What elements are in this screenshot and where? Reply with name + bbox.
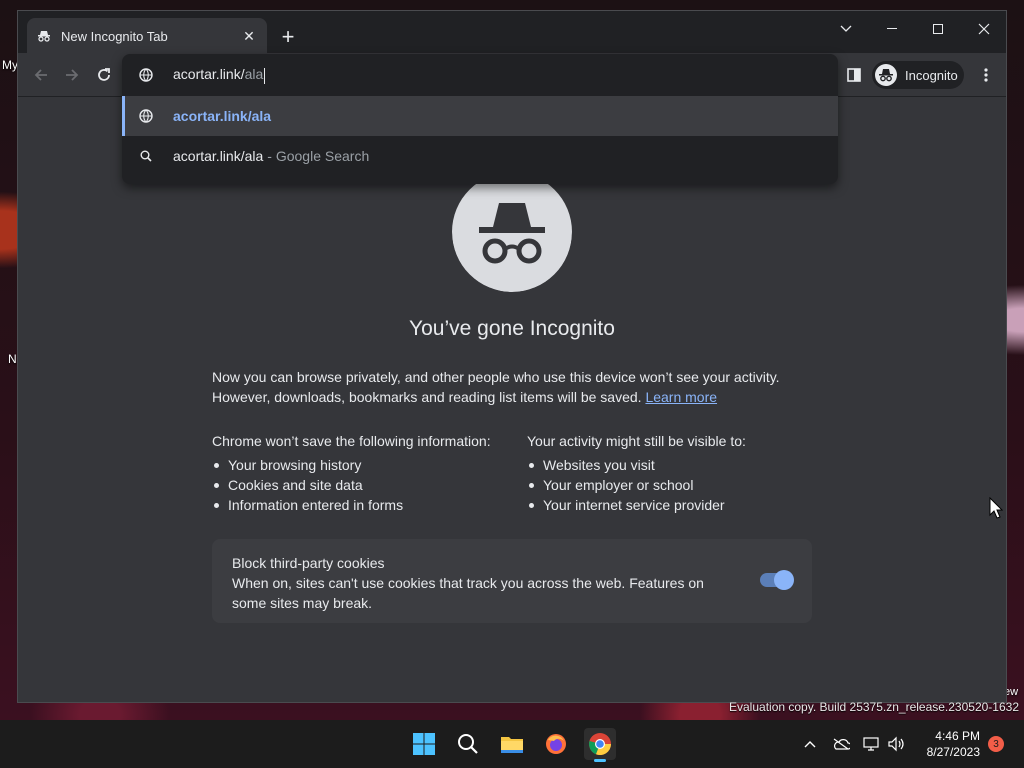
forward-button[interactable] (60, 63, 84, 87)
file-explorer-icon[interactable] (496, 728, 528, 760)
volume-icon[interactable] (886, 734, 906, 754)
suggestion-url[interactable]: acortar.link/ala (122, 96, 838, 136)
browser-window: New Incognito Tab ✕ + Incognito You’ve g… (17, 10, 1007, 703)
reload-button[interactable] (92, 63, 116, 87)
system-clock[interactable]: 4:46 PM 8/27/2023 (918, 728, 980, 760)
desktop-icon-label[interactable]: N (8, 352, 17, 366)
profile-label: Incognito (905, 67, 958, 83)
tab-strip: New Incognito Tab ✕ + (18, 11, 1006, 54)
onedrive-icon[interactable] (831, 734, 851, 754)
minimize-button[interactable] (870, 15, 914, 43)
chevron-down-icon[interactable] (824, 15, 868, 43)
globe-icon (138, 108, 154, 124)
page-title: You’ve gone Incognito (409, 317, 615, 340)
desktop-icon-label[interactable]: My (2, 58, 18, 72)
omnibox: acortar.link/ala acortar.link/ala acorta… (122, 54, 838, 184)
toggle-knob (774, 570, 794, 590)
suggestion-text: acortar.link/ala (173, 108, 272, 124)
tab-title: New Incognito Tab (61, 28, 168, 44)
notification-badge[interactable]: 3 (988, 736, 1004, 752)
third-party-cookies-card: Block third-party cookies When on, sites… (212, 539, 812, 623)
globe-icon (138, 67, 154, 83)
intro-text: Now you can browse privately, and other … (212, 367, 812, 407)
typed-text: acortar.link/ (173, 66, 245, 83)
search-icon[interactable] (452, 728, 484, 760)
clock-date: 8/27/2023 (926, 745, 980, 759)
learn-more-link[interactable]: Learn more (645, 389, 717, 405)
new-tab-button[interactable]: + (276, 24, 300, 49)
suggestion-text: acortar.link/ala (173, 148, 264, 164)
firefox-icon[interactable] (540, 728, 572, 760)
column-heading: Your activity might still be visible to: (527, 433, 746, 449)
tab-new-incognito[interactable]: New Incognito Tab ✕ (27, 18, 267, 54)
close-window-button[interactable] (962, 15, 1006, 43)
close-icon[interactable]: ✕ (241, 28, 257, 44)
column-heading: Chrome won’t save the following informat… (212, 433, 491, 449)
network-icon[interactable] (862, 734, 882, 754)
taskbar: 4:46 PM 8/27/2023 3 (0, 720, 1024, 768)
back-button[interactable] (29, 63, 53, 87)
suggestion-description: - Google Search (267, 148, 370, 164)
kebab-menu-icon[interactable] (976, 65, 996, 85)
list-item: Cookies and site data (212, 475, 522, 495)
text-caret (264, 67, 266, 84)
windows-start-icon[interactable] (408, 728, 440, 760)
list-item: Your employer or school (527, 475, 807, 495)
autocomplete-text: ala (244, 66, 264, 83)
list-item: Your internet service provider (527, 495, 807, 515)
incognito-icon (37, 29, 51, 43)
incognito-icon (479, 203, 545, 264)
search-icon (138, 148, 154, 164)
clock-time: 4:46 PM (935, 729, 980, 743)
incognito-icon (875, 64, 897, 86)
not-saved-column: Chrome won’t save the following informat… (212, 431, 522, 515)
still-visible-list: Websites you visit Your employer or scho… (527, 455, 807, 515)
cookie-card-title: Block third-party cookies (232, 555, 385, 571)
cookie-card-description: When on, sites can't use cookies that tr… (232, 575, 704, 611)
mouse-cursor-icon (989, 497, 1003, 519)
list-item: Websites you visit (527, 455, 807, 475)
still-visible-column: Your activity might still be visible to:… (527, 431, 807, 515)
list-item: Information entered in forms (212, 495, 522, 515)
evaluation-watermark: Evaluation copy. Build 25375.zn_release.… (729, 700, 1019, 714)
incognito-logo (452, 182, 572, 292)
block-cookies-toggle[interactable] (760, 570, 794, 590)
incognito-profile-button[interactable]: Incognito (872, 61, 964, 89)
intro-line-2: However, downloads, bookmarks and readin… (212, 387, 812, 407)
list-item: Your browsing history (212, 455, 522, 475)
chrome-icon[interactable] (584, 728, 616, 762)
address-input[interactable]: acortar.link/ala (173, 66, 266, 84)
side-panel-icon[interactable] (844, 65, 864, 85)
intro-line: However, downloads, bookmarks and readin… (212, 389, 642, 405)
chevron-up-icon[interactable] (800, 734, 820, 754)
suggestion-search[interactable]: acortar.link/ala - Google Search (122, 136, 838, 176)
address-bar[interactable]: acortar.link/ala (122, 54, 838, 96)
incognito-page: You’ve gone Incognito Now you can browse… (18, 97, 1006, 702)
maximize-button[interactable] (916, 15, 960, 43)
intro-line: Now you can browse privately, and other … (212, 369, 780, 385)
not-saved-list: Your browsing history Cookies and site d… (212, 455, 522, 515)
